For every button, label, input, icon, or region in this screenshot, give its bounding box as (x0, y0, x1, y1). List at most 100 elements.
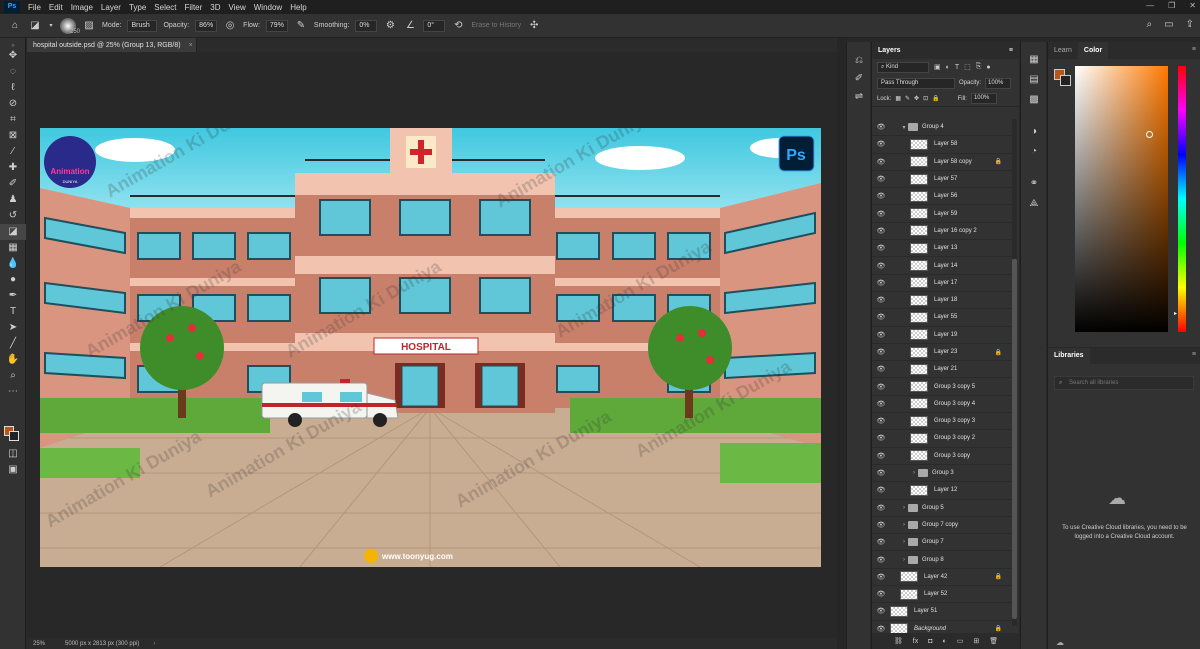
symmetry-icon[interactable]: ✣ (527, 19, 541, 33)
gear-icon[interactable]: ⚙ (383, 19, 397, 33)
layer-name[interactable]: Layer 57 (934, 176, 957, 182)
layer-row[interactable]: 👁 Layer 56 (872, 188, 1012, 206)
layer-row[interactable]: 👁 Group 3 copy (872, 448, 1012, 465)
angle-field[interactable]: 0° (423, 19, 446, 32)
layer-row[interactable]: 👁 Group 3 copy 3 (872, 413, 1012, 431)
visibility-eye-icon[interactable]: 👁 (872, 556, 890, 564)
layer-name[interactable]: Layer 56 (934, 193, 957, 199)
layer-name[interactable]: Group 5 (922, 505, 944, 511)
visibility-eye-icon[interactable]: 👁 (872, 400, 890, 408)
layer-name[interactable]: Layer 55 (934, 314, 957, 320)
layer-name[interactable]: Layer 58 (934, 141, 957, 147)
layer-row[interactable]: 👁 Layer 17 (872, 275, 1012, 292)
visibility-eye-icon[interactable]: 👁 (872, 590, 890, 598)
eraser-tool-icon[interactable]: ◪ (0, 224, 26, 240)
history-icon[interactable]: ⎌ (847, 52, 871, 70)
layer-thumbnail[interactable] (910, 277, 928, 289)
filter-shape-icon[interactable]: ⬚ (964, 63, 971, 71)
layer-name[interactable]: Group 3 copy 2 (934, 435, 975, 441)
layer-row[interactable]: 👁 Layer 19 (872, 327, 1012, 344)
layer-name[interactable]: Group 8 (922, 557, 944, 563)
layer-row[interactable]: 👁 Layer 13 (872, 240, 1012, 258)
visibility-eye-icon[interactable]: 👁 (872, 348, 890, 356)
layer-thumbnail[interactable] (910, 381, 928, 393)
menu-help[interactable]: Help (286, 3, 310, 12)
visibility-eye-icon[interactable]: 👁 (872, 175, 890, 183)
lock-pixels-icon[interactable]: ✎ (905, 95, 910, 102)
layer-row[interactable]: 👁 Layer 42 🔒 (872, 569, 1012, 587)
layer-thumbnail[interactable] (910, 432, 928, 444)
visibility-eye-icon[interactable]: 👁 (872, 140, 890, 148)
layer-row[interactable]: 👁 Layer 51 (872, 603, 1012, 621)
add-mask-icon[interactable]: ◘ (928, 638, 932, 645)
layer-name[interactable]: Layer 16 copy 2 (934, 228, 977, 234)
close-icon[interactable]: ✕ (1189, 1, 1196, 10)
layer-opacity-field[interactable]: 100% (985, 77, 1012, 89)
patterns-icon[interactable]: ▤ (1021, 70, 1047, 90)
layers-panel-title[interactable]: Layers (878, 47, 901, 54)
filter-adjustment-icon[interactable]: ◐ (946, 64, 950, 71)
crop-tool-icon[interactable]: ⌗ (0, 112, 26, 128)
layer-thumbnail[interactable] (910, 363, 928, 375)
layer-thumbnail[interactable] (910, 311, 928, 323)
chevron-down-icon[interactable]: ▾ (48, 19, 54, 33)
layer-thumbnail[interactable] (910, 484, 928, 496)
menu-type[interactable]: Type (125, 3, 150, 12)
document-info[interactable]: 5000 px x 2813 px (300 ppi) › (65, 641, 155, 647)
visibility-eye-icon[interactable]: 👁 (872, 331, 890, 339)
layer-row[interactable]: 👁 Layer 57 (872, 171, 1012, 189)
layer-name[interactable]: Layer 52 (924, 591, 947, 597)
visibility-eye-icon[interactable]: 👁 (872, 262, 890, 270)
paths-icon[interactable]: ⟁ (1021, 194, 1047, 214)
erase-history-icon[interactable]: ⟲ (451, 19, 465, 33)
chevron-right-icon[interactable]: › (900, 522, 908, 528)
panel-menu-icon[interactable]: ≡ (1009, 47, 1013, 54)
layer-thumbnail[interactable] (910, 156, 928, 168)
layer-thumbnail[interactable] (910, 138, 928, 150)
menu-view[interactable]: View (225, 3, 250, 12)
eraser-tool-icon[interactable]: ◪ (28, 19, 42, 33)
layer-row[interactable]: 👁 Layer 58 (872, 136, 1012, 154)
flow-field[interactable]: 79% (265, 19, 288, 32)
search-icon[interactable]: ⌕ (1147, 19, 1153, 30)
brush-tool-icon[interactable]: ✐ (0, 176, 26, 192)
layer-group-row[interactable]: 👁 › Group 7 copy (872, 517, 1012, 535)
color-picker-marker[interactable] (1146, 131, 1153, 138)
frame-tool-icon[interactable]: ⊠ (0, 128, 26, 144)
visibility-eye-icon[interactable]: 👁 (872, 434, 890, 442)
menu-file[interactable]: File (24, 3, 45, 12)
layer-group-row[interactable]: 👁 › Group 3 (872, 465, 1012, 483)
layer-name[interactable]: Group 3 copy (934, 453, 970, 459)
visibility-eye-icon[interactable]: 👁 (872, 123, 890, 131)
workspace-icon[interactable]: ▭ (1164, 19, 1173, 30)
healing-tool-icon[interactable]: ✚ (0, 160, 26, 176)
color-field[interactable] (1075, 66, 1168, 332)
layer-thumbnail[interactable] (910, 398, 928, 410)
type-tool-icon[interactable]: T (0, 304, 26, 320)
layer-thumbnail[interactable] (910, 242, 928, 254)
layer-name[interactable]: Group 3 copy 4 (934, 401, 975, 407)
lasso-tool-icon[interactable]: ℓ (0, 80, 26, 96)
layer-row[interactable]: 👁 Layer 58 copy 🔒 (872, 154, 1012, 171)
chevron-right-icon[interactable]: › (900, 557, 908, 563)
layer-row[interactable]: 👁 Group 3 copy 5 (872, 378, 1012, 396)
visibility-eye-icon[interactable]: 👁 (872, 607, 890, 615)
grid-icon[interactable]: ▩ (1021, 90, 1047, 110)
layer-name[interactable]: Group 3 copy 3 (934, 418, 975, 424)
visibility-eye-icon[interactable]: 👁 (872, 192, 890, 200)
chevron-right-icon[interactable]: › (910, 470, 918, 476)
eyedropper-tool-icon[interactable]: ⁄ (0, 144, 26, 160)
background-color-swatch[interactable] (1060, 75, 1071, 86)
layer-row[interactable]: 👁 Layer 52 (872, 586, 1012, 604)
layer-group-row[interactable]: 👁 › Group 7 (872, 534, 1012, 552)
canvas-area[interactable]: HOSPITAL Animation DUNIYA Ps www.toonyug… (27, 52, 837, 638)
tab-color[interactable]: Color (1077, 42, 1109, 59)
layer-thumbnail[interactable] (910, 173, 928, 185)
layer-thumbnail[interactable] (890, 605, 908, 617)
layer-name[interactable]: Layer 58 copy (934, 159, 972, 165)
airbrush-icon[interactable]: ✎ (294, 19, 308, 33)
link-layers-icon[interactable]: ⛓ (894, 637, 903, 645)
panel-collapse-bar[interactable] (837, 38, 846, 649)
layer-group-row[interactable]: 👁 ▾ Group 4 (872, 119, 1012, 137)
layer-row[interactable]: 👁 Layer 21 (872, 361, 1012, 379)
